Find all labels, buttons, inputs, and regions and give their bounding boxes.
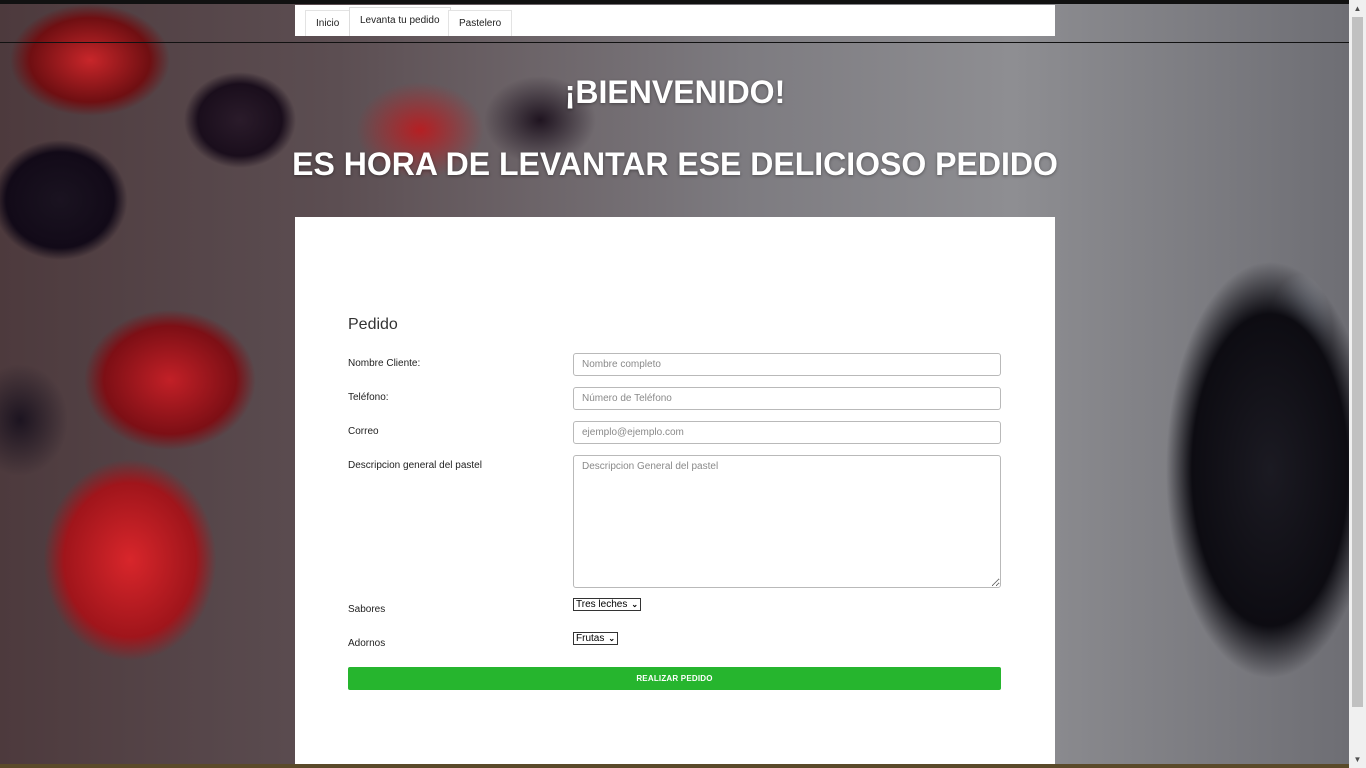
name-label: Nombre Cliente: bbox=[348, 358, 421, 369]
order-form-panel: Pedido Nombre Cliente: Teléfono: Correo … bbox=[295, 217, 1055, 764]
description-label: Descripcion general del pastel bbox=[348, 460, 482, 471]
flavors-selected-value: Tres leches bbox=[576, 599, 628, 610]
name-field[interactable] bbox=[573, 353, 1001, 376]
email-field[interactable] bbox=[573, 421, 1001, 444]
description-textarea[interactable] bbox=[573, 455, 1001, 588]
submit-order-button[interactable]: REALIZAR PEDIDO bbox=[348, 667, 1001, 690]
phone-field[interactable] bbox=[573, 387, 1001, 410]
tab-inicio[interactable]: Inicio bbox=[305, 10, 351, 36]
main-nav: Inicio Levanta tu pedido Pastelero bbox=[295, 5, 1055, 36]
bottom-edge bbox=[0, 764, 1349, 768]
vertical-scrollbar[interactable]: ▲ ▼ bbox=[1349, 0, 1366, 768]
flavors-label: Sabores bbox=[348, 604, 386, 615]
welcome-heading: ¡BIENVENIDO! bbox=[564, 74, 786, 110]
chevron-down-icon: ⌄ bbox=[631, 600, 639, 609]
tab-levanta-tu-pedido[interactable]: Levanta tu pedido bbox=[349, 7, 451, 36]
flavors-select[interactable]: Tres leches ⌄ bbox=[573, 598, 642, 611]
decorations-label: Adornos bbox=[348, 638, 386, 649]
scrollbar-thumb[interactable] bbox=[1352, 17, 1363, 707]
email-label: Correo bbox=[348, 426, 379, 437]
tab-pastelero[interactable]: Pastelero bbox=[448, 10, 513, 36]
caret-up-icon[interactable]: ▲ bbox=[1349, 0, 1366, 17]
form-title: Pedido bbox=[348, 316, 398, 333]
caret-down-icon[interactable]: ▼ bbox=[1349, 751, 1366, 768]
decorations-select[interactable]: Frutas ⌄ bbox=[573, 632, 619, 645]
chevron-down-icon: ⌄ bbox=[608, 634, 616, 643]
subtitle-heading: ES HORA DE LEVANTAR ESE DELICIOSO PEDIDO bbox=[292, 146, 1058, 182]
decorations-selected-value: Frutas bbox=[576, 633, 605, 644]
phone-label: Teléfono: bbox=[348, 392, 389, 403]
